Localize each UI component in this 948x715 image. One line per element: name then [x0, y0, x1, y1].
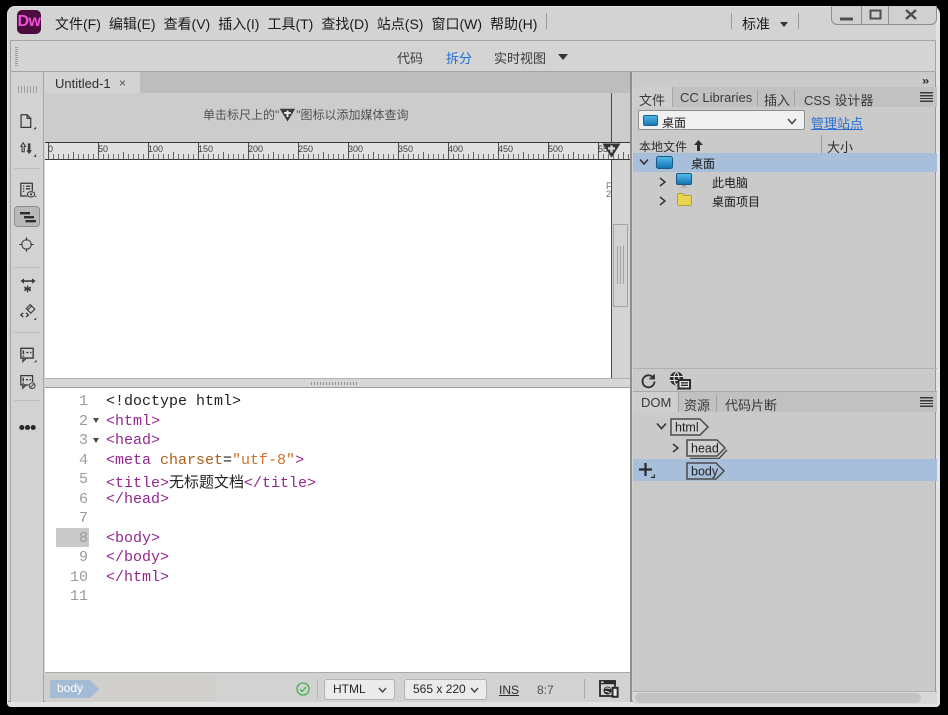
svg-text:body: body: [691, 465, 719, 479]
svg-text:head: head: [691, 442, 719, 456]
svg-text:html: html: [675, 421, 699, 435]
